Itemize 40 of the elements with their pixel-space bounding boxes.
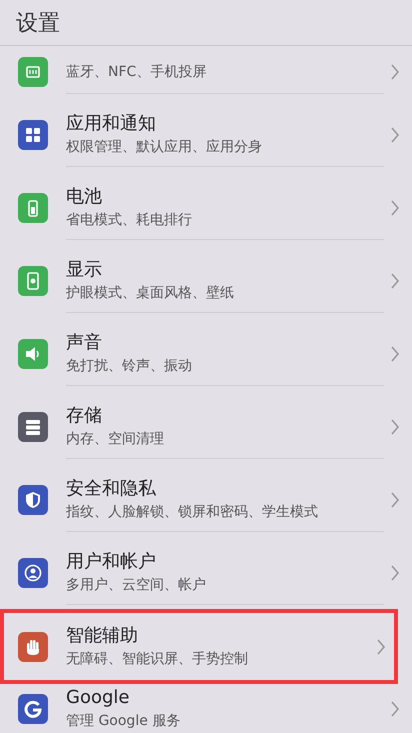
settings-item[interactable]: 声音 免打扰、铃声、振动 <box>0 317 412 390</box>
item-subtitle: 管理 Google 服务 <box>66 712 182 730</box>
chevron-icon <box>390 418 400 436</box>
item-title: 存储 <box>66 404 103 426</box>
settings-item[interactable]: 用户和帐户 多用户、云空间、帐户 <box>0 536 412 609</box>
settings-item[interactable]: 电池 省电模式、耗电排行 <box>0 171 412 244</box>
item-title: 用户和帐户 <box>66 550 157 572</box>
item-title: 智能辅助 <box>66 625 139 647</box>
chevron-icon <box>390 198 400 216</box>
item-subtitle: 护眼模式、桌面风格、壁纸 <box>66 284 235 302</box>
item-subtitle: 内存、空间清理 <box>66 430 165 448</box>
item-subtitle: 无障碍、智能识屏、手势控制 <box>66 650 249 668</box>
chevron-icon <box>376 638 386 656</box>
settings-item[interactable]: 安全和隐私 指纹、人脸解锁、锁屏和密码、学生模式 <box>0 463 412 536</box>
chevron-icon <box>390 63 400 81</box>
item-subtitle: 指纹、人脸解锁、锁屏和密码、学生模式 <box>66 502 319 520</box>
item-title: 安全和隐私 <box>66 478 157 500</box>
settings-item[interactable]: 应用和通知 权限管理、默认应用、应用分身 <box>0 98 412 171</box>
chevron-icon <box>390 700 400 718</box>
settings-item[interactable]: 显示 护眼模式、桌面风格、壁纸 <box>0 244 412 317</box>
chevron-icon <box>390 490 400 508</box>
item-subtitle: 省电模式、耗电排行 <box>66 210 193 228</box>
item-title: 显示 <box>66 258 103 280</box>
settings-item[interactable]: 存储 内存、空间清理 <box>0 390 412 463</box>
settings-item[interactable]: 蓝牙、NFC、手机投屏 <box>0 46 412 98</box>
item-subtitle: 蓝牙、NFC、手机投屏 <box>66 62 208 80</box>
highlighted-settings-item[interactable]: 智能辅助 无障碍、智能识屏、手势控制 <box>0 609 398 684</box>
page-title: 设置 <box>16 10 60 38</box>
item-title: Google <box>66 687 130 709</box>
settings-item[interactable]: Google 管理 Google 服务 <box>0 684 412 733</box>
item-subtitle: 免打扰、铃声、振动 <box>66 356 193 374</box>
chevron-icon <box>390 564 400 582</box>
item-title: 应用和通知 <box>66 112 157 134</box>
item-title: 电池 <box>66 186 103 208</box>
item-title: 声音 <box>66 332 103 354</box>
item-subtitle: 多用户、云空间、帐户 <box>66 576 207 594</box>
chevron-icon <box>390 344 400 362</box>
chevron-icon <box>390 272 400 290</box>
chevron-icon <box>390 126 400 144</box>
item-subtitle: 权限管理、默认应用、应用分身 <box>66 138 263 156</box>
